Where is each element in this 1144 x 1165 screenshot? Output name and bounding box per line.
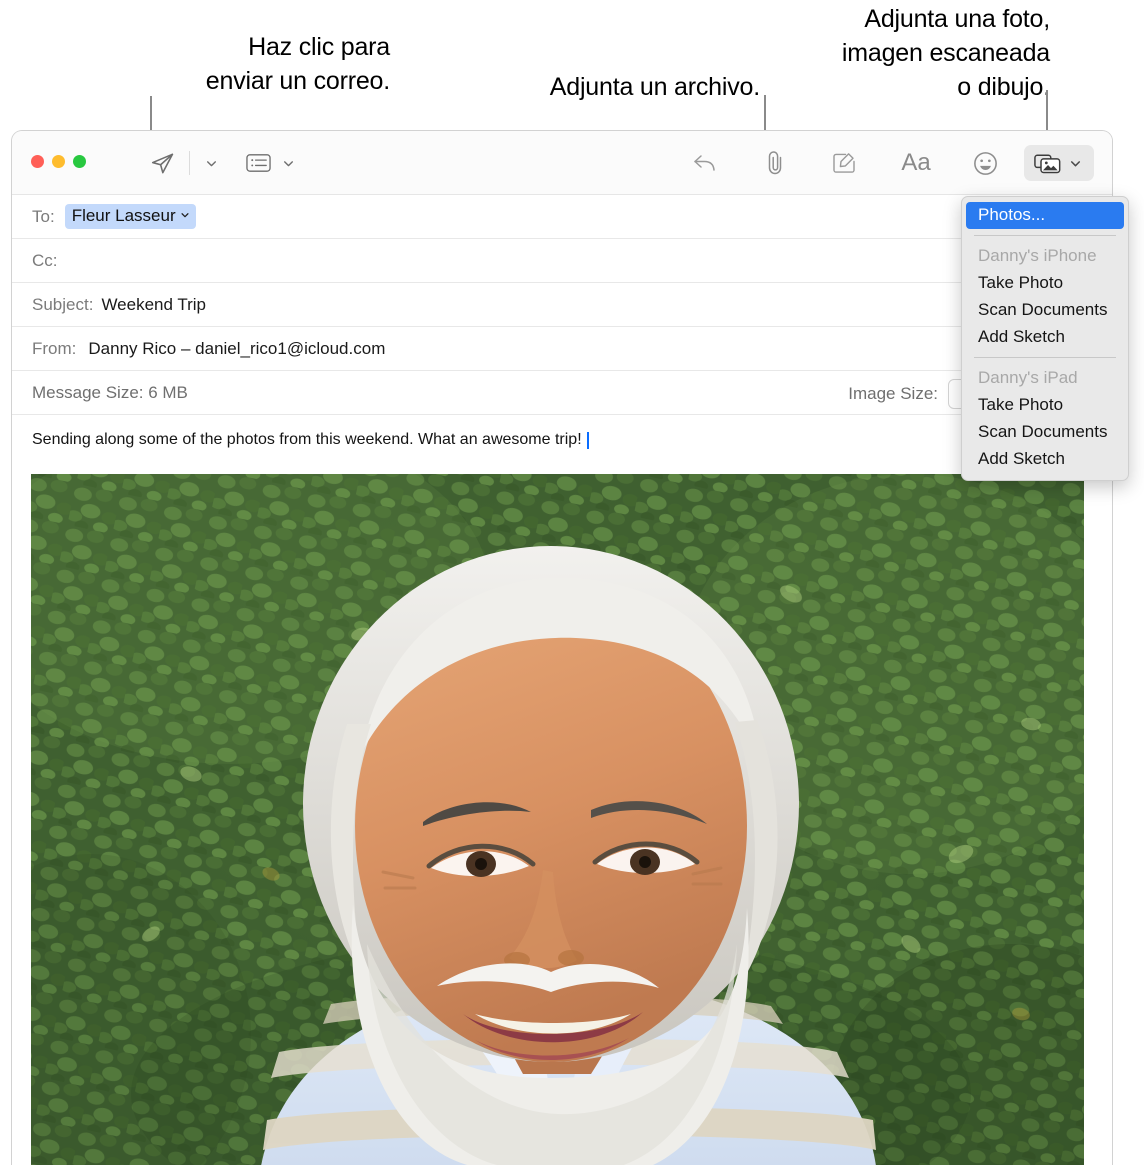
from-value: Danny Rico – daniel_rico1@icloud.com: [88, 338, 386, 358]
menu-item-add-sketch-iphone[interactable]: Add Sketch: [962, 324, 1128, 351]
photos-icon: [1034, 152, 1062, 175]
image-size-label: Image Size:: [848, 384, 938, 403]
attachment-dropdown-menu: Photos... Danny's iPhone Take Photo Scan…: [961, 196, 1129, 481]
subject-value: Weekend Trip: [101, 294, 207, 314]
stationery-icon: [245, 153, 271, 173]
chevron-down-icon: [205, 157, 218, 170]
zoom-button[interactable]: [73, 155, 86, 168]
paperclip-icon: [763, 150, 787, 176]
close-button[interactable]: [31, 155, 44, 168]
stationery-button[interactable]: [240, 145, 276, 181]
menu-item-take-photo-ipad[interactable]: Take Photo: [962, 392, 1128, 419]
menu-item-scan-documents-ipad[interactable]: Scan Documents: [962, 419, 1128, 446]
size-row: Message Size: 6 MB Image Size: Actual Si…: [12, 371, 1112, 415]
menu-item-photos[interactable]: Photos...: [966, 202, 1124, 229]
attached-photo[interactable]: [31, 474, 1084, 1165]
reply-arrow-icon: [692, 152, 718, 174]
message-size-label: Message Size: 6 MB: [32, 382, 188, 402]
smiley-face-icon: [973, 151, 998, 176]
text-caret: [586, 431, 589, 449]
menu-item-scan-documents-iphone[interactable]: Scan Documents: [962, 297, 1128, 324]
from-label: From:: [32, 338, 77, 358]
message-body-text: Sending along some of the photos from th…: [32, 431, 582, 448]
markup-pen-icon: [832, 152, 858, 174]
message-body-row: Sending along some of the photos from th…: [12, 429, 1112, 451]
callout-attach-file-label: Adjunta un archivo.: [549, 73, 760, 101]
callout-send-label: Haz clic para enviar un correo.: [205, 33, 390, 95]
format-aa-label: Aa: [901, 149, 931, 176]
subject-label: Subject:: [32, 294, 94, 314]
format-text-button[interactable]: Aa: [894, 145, 938, 181]
minimize-button[interactable]: [52, 155, 65, 168]
menu-header-danny-ipad: Danny's iPad: [978, 368, 1078, 387]
menu-item-take-photo-iphone[interactable]: Take Photo: [962, 270, 1128, 297]
from-field-row[interactable]: From: Danny Rico – daniel_rico1@icloud.c…: [12, 327, 1112, 371]
to-field-row[interactable]: To: Fleur Lasseur: [12, 195, 1112, 239]
stationery-options-button[interactable]: [277, 145, 299, 181]
cc-label: Cc:: [32, 250, 58, 270]
chevron-down-icon: [1069, 157, 1082, 170]
recipient-token-fleur-lasseur[interactable]: Fleur Lasseur: [64, 204, 196, 229]
to-label: To:: [32, 206, 55, 226]
cc-field-row[interactable]: Cc:: [12, 239, 1112, 283]
attach-file-button[interactable]: [754, 145, 796, 181]
send-icon: [150, 151, 175, 176]
chevron-down-icon: [180, 210, 190, 223]
window-controls: [31, 155, 86, 168]
chevron-down-icon: [282, 157, 295, 170]
mail-compose-window: Aa To: Fleur Lasseur Cc: Subject: Weeken…: [11, 130, 1113, 1165]
screenshot-root: Haz clic para enviar un correo. Adjunta …: [0, 0, 1144, 1165]
callout-attach-photo-label: Adjunta una foto, imagen escaneada o dib…: [841, 5, 1050, 101]
photo-browser-button[interactable]: [1024, 145, 1094, 181]
emoji-button[interactable]: [964, 145, 1006, 181]
toolbar: Aa: [12, 131, 1112, 195]
message-body[interactable]: Sending along some of the photos from th…: [12, 415, 1112, 451]
menu-header-danny-iphone: Danny's iPhone: [978, 246, 1097, 265]
recipient-name: Fleur Lasseur: [71, 206, 176, 225]
subject-field-row[interactable]: Subject: Weekend Trip: [12, 283, 1112, 327]
reply-button[interactable]: [684, 145, 726, 181]
toolbar-divider: [189, 151, 190, 175]
send-button[interactable]: [145, 145, 179, 181]
menu-separator: [974, 235, 1116, 236]
photo-illustration: [31, 474, 1084, 1165]
menu-separator: [974, 357, 1116, 358]
menu-item-add-sketch-ipad[interactable]: Add Sketch: [962, 446, 1128, 473]
markup-button[interactable]: [824, 145, 866, 181]
send-options-button[interactable]: [198, 145, 224, 181]
